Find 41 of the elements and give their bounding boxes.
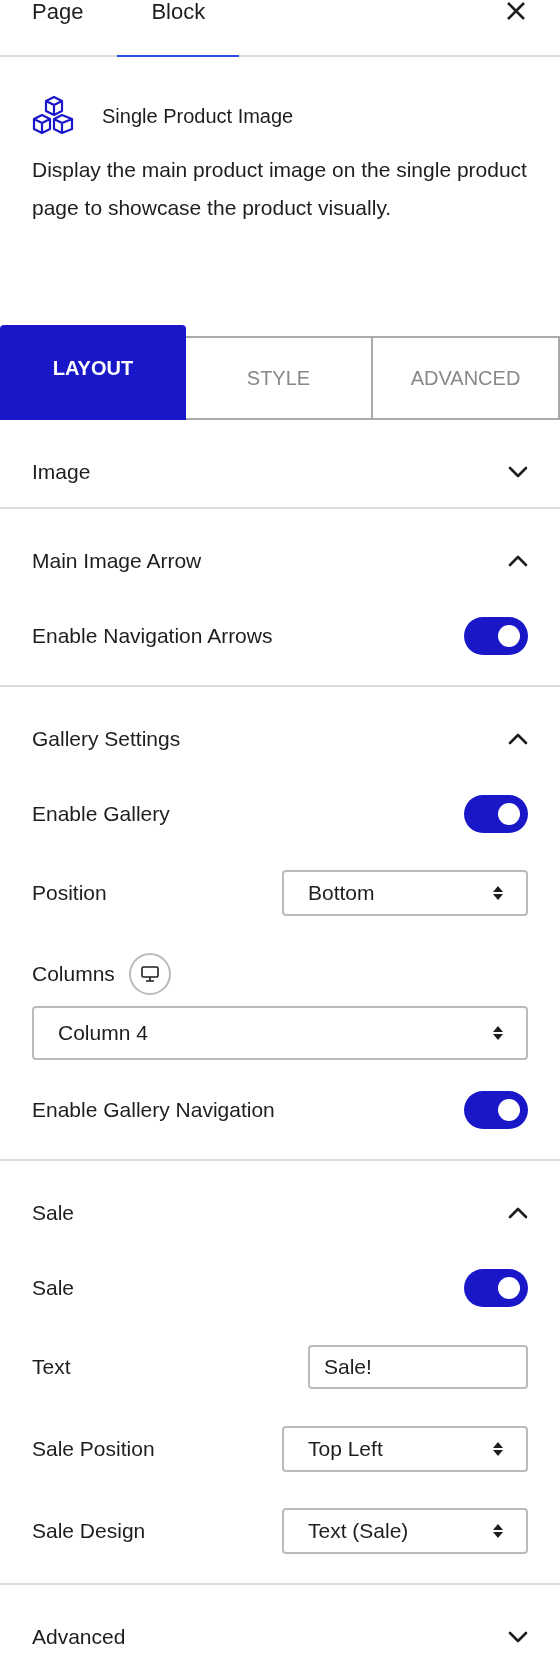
toggle-switch[interactable] [464, 1269, 528, 1307]
select-dropdown[interactable]: Column 4 [32, 1006, 528, 1060]
panel-tab[interactable]: LAYOUT [0, 325, 186, 420]
section-header[interactable]: Gallery Settings [32, 715, 528, 763]
toggle-switch[interactable] [464, 1091, 528, 1129]
header-tab[interactable]: Page [0, 0, 118, 57]
chevron-up-icon [508, 1207, 528, 1219]
cubes-icon [32, 95, 76, 137]
toggle-label: Enable Navigation Arrows [32, 624, 273, 648]
up-down-arrows-icon [492, 1441, 504, 1457]
text-label: Text [32, 1355, 71, 1379]
section-header[interactable]: Main Image Arrow [32, 537, 528, 585]
section-header[interactable]: Advanced [32, 1613, 528, 1653]
toggle-switch[interactable] [464, 617, 528, 655]
up-down-arrows-icon [492, 1025, 504, 1041]
toggle-switch[interactable] [464, 795, 528, 833]
panel-tab[interactable]: STYLE [186, 336, 373, 420]
toggle-label: Enable Gallery [32, 802, 170, 826]
header-tab[interactable]: Block [117, 0, 240, 57]
section-header[interactable]: Sale [32, 1189, 528, 1237]
select-label: Sale Position [32, 1437, 155, 1461]
select-dropdown[interactable]: Text (Sale) [282, 1508, 528, 1554]
desktop-icon[interactable] [128, 953, 171, 995]
select-label: Sale Design [32, 1519, 146, 1543]
select-dropdown[interactable]: Top Left [282, 1426, 528, 1472]
select-label: Position [32, 881, 107, 905]
select-label: Columns [32, 962, 115, 986]
chevron-up-icon [508, 733, 528, 745]
panel-tab[interactable]: ADVANCED [373, 336, 560, 420]
block-description: Display the main product image on the single product page to showcase the product visually. [32, 157, 528, 221]
section-header[interactable]: Image [32, 448, 528, 496]
select-dropdown[interactable]: Bottom [282, 870, 528, 916]
toggle-label: Sale [32, 1276, 75, 1300]
block-title: Single Product Image [102, 104, 294, 128]
up-down-arrows-icon [492, 1523, 504, 1539]
chevron-down-icon [508, 1631, 528, 1643]
chevron-up-icon [508, 555, 528, 567]
input-field[interactable]: Sale! [308, 1345, 528, 1389]
toggle-label: Enable Gallery Navigation [32, 1098, 275, 1122]
up-down-arrows-icon [492, 885, 504, 901]
chevron-down-icon [508, 466, 528, 478]
